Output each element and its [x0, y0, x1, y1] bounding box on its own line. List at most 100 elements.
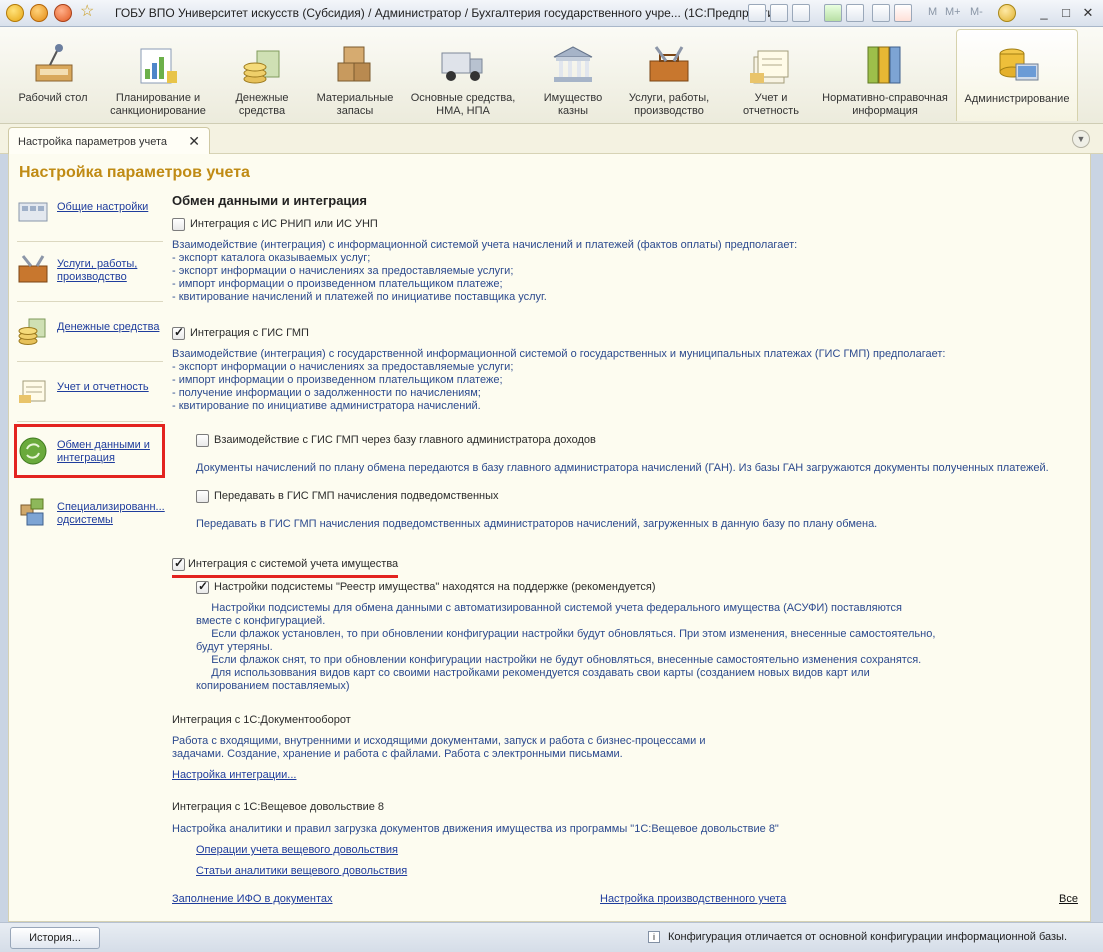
help-info-icon[interactable]: [998, 4, 1016, 22]
inventory-boxes-icon: [332, 43, 378, 87]
gisgmp-desc-line: Взаимодействие (интеграция) с государств…: [172, 348, 946, 360]
memory-button[interactable]: M: [928, 6, 937, 18]
section-fixed-assets[interactable]: Основные средства, НМА, НПА: [406, 29, 520, 121]
window-titlebar: ☆ ГОБУ ВПО Университет искусств (Субсиди…: [0, 0, 1103, 27]
section-planning[interactable]: Планирование и санкционирование: [98, 29, 218, 121]
checkmark-icon: ✓: [174, 556, 185, 570]
open-tabs-bar: Настройка параметров учета ✕ ▼: [0, 124, 1103, 154]
rnip-desc-line: - экспорт информации о начислениях за пр…: [172, 265, 514, 277]
nav-divider: [17, 241, 163, 242]
property-desc-line: Настройки подсистемы для обмена данными …: [196, 602, 903, 614]
history-button[interactable]: История...: [10, 927, 100, 949]
memory-minus-button[interactable]: M-: [970, 6, 983, 18]
gisgmp-main-admin-checkbox[interactable]: [196, 434, 209, 447]
money-coins-icon: [239, 43, 285, 87]
calendar-icon[interactable]: [894, 4, 912, 22]
section-services[interactable]: Услуги, работы, производство: [620, 29, 718, 121]
nav-item-subsystems[interactable]: Специализированн... одсистемы: [17, 497, 165, 531]
close-tab-icon[interactable]: ✕: [188, 133, 200, 150]
property-desc-line: Если флажок снят, то при обновлении конф…: [196, 654, 922, 666]
gisgmp-checkbox[interactable]: ✓: [172, 325, 185, 340]
property-desc-line: копированием поставляемых): [196, 680, 350, 692]
docflow-settings-link[interactable]: Настройка интеграции...: [172, 769, 296, 782]
close-window-button[interactable]: ✕: [1078, 4, 1098, 22]
minimize-button[interactable]: _: [1034, 4, 1054, 22]
maximize-button[interactable]: □: [1056, 4, 1076, 22]
rnip-desc-line: - импорт информации о произведенном плат…: [172, 278, 503, 290]
property-desc-line: Если флажок установлен, то при обновлени…: [196, 628, 936, 640]
preview-icon[interactable]: [792, 4, 810, 22]
clothing-operations-link[interactable]: Операции учета вещевого довольствия: [196, 844, 398, 857]
status-message: i Конфигурация отличается от основной кон…: [648, 931, 1067, 943]
gisgmp-desc-line: - импорт информации о произведенном плат…: [172, 374, 503, 386]
section-money[interactable]: Денежные средства: [224, 29, 300, 121]
nav-label: Общие настройки: [57, 201, 149, 213]
nav-item-accounting[interactable]: Учет и отчетность: [17, 377, 165, 407]
gisgmp-label[interactable]: Интеграция с ГИС ГМП: [190, 327, 309, 340]
nav-label: Учет и отчетность: [57, 381, 149, 393]
nav-label: Услуги, работы, производство: [57, 258, 138, 283]
nav-item-money[interactable]: Денежные средства: [17, 317, 165, 347]
annotation-underline: [172, 575, 398, 578]
section-label: Нормативно-справочная информация: [822, 92, 948, 117]
section-reference[interactable]: Нормативно-справочная информация: [818, 29, 952, 121]
checkmark-icon: ✓: [198, 579, 209, 593]
property-support-label[interactable]: Настройки подсистемы "Реестр имущества" …: [214, 581, 656, 594]
nav-label: Специализированн... одсистемы: [57, 501, 165, 526]
save-icon[interactable]: [748, 4, 766, 22]
status-bar: История... i Конфигурация отличается от о…: [0, 922, 1103, 952]
property-desc-line: вместе с конфигурацией.: [196, 615, 326, 627]
gisgmp-main-admin-label[interactable]: Взаимодействие с ГИС ГМП через базу глав…: [214, 434, 596, 447]
section-treasury[interactable]: Имущество казны: [530, 29, 616, 121]
info-icon: i: [648, 931, 660, 943]
window-title: ГОБУ ВПО Университет искусств (Субсидия)…: [115, 6, 785, 20]
gisgmp-desc-line: - экспорт информации о начислениях за пр…: [172, 361, 514, 373]
ifo-fill-link[interactable]: Заполнение ИФО в документах: [172, 893, 333, 906]
section-desktop[interactable]: Рабочий стол: [14, 29, 92, 121]
nav-item-services[interactable]: Услуги, работы, производство: [17, 254, 165, 288]
history-icon[interactable]: [846, 4, 864, 22]
tab-settings[interactable]: Настройка параметров учета ✕: [8, 127, 210, 154]
nav-item-general-settings[interactable]: Общие настройки: [17, 197, 165, 227]
all-link[interactable]: Все: [1059, 893, 1078, 906]
sections-panel: Рабочий стол Планирование и санкциониров…: [0, 27, 1103, 124]
search-icon[interactable]: [824, 4, 842, 22]
gisgmp-desc-line: - квитирование по инициативе администрат…: [172, 400, 481, 412]
1c-logo-icon[interactable]: [6, 4, 24, 22]
docflow-desc-line: Работа с входящими, внутренними и исходя…: [172, 735, 706, 747]
general-settings-icon: [17, 197, 49, 227]
main-menu-icon[interactable]: [30, 4, 48, 22]
gisgmp-subordinate-checkbox[interactable]: [196, 490, 209, 503]
chevron-down-icon[interactable]: ▼: [1072, 130, 1090, 148]
clothing-desc: Настройка аналитики и правил загрузка до…: [172, 823, 779, 835]
gisgmp-subordinate-desc: Передавать в ГИС ГМП начисления подведом…: [196, 518, 878, 530]
calculator-icon[interactable]: [872, 4, 890, 22]
rnip-checkbox[interactable]: [172, 218, 185, 231]
section-label: Учет и отчетность: [743, 92, 799, 117]
gisgmp-subordinate-label[interactable]: Передавать в ГИС ГМП начисления подведом…: [214, 490, 499, 503]
rnip-label[interactable]: Интеграция с ИС РНИП или ИС УНП: [190, 218, 378, 231]
property-checkbox[interactable]: ✓: [172, 556, 185, 571]
stop-icon[interactable]: [54, 4, 72, 22]
section-inventory[interactable]: Материальные запасы: [308, 29, 402, 121]
property-label[interactable]: Интеграция с системой учета имущества: [188, 558, 398, 571]
clothing-analytics-link[interactable]: Статьи аналитики вещевого довольствия: [196, 865, 407, 878]
selected-nav-highlight: [14, 424, 165, 478]
memory-plus-button[interactable]: M+: [945, 6, 961, 18]
print-icon[interactable]: [770, 4, 788, 22]
status-text: Конфигурация отличается от основной конф…: [668, 931, 1068, 943]
property-support-checkbox[interactable]: ✓: [196, 579, 209, 594]
treasury-building-icon: [550, 43, 596, 87]
binders-icon: [862, 43, 908, 87]
section-label: Материальные запасы: [316, 92, 394, 117]
property-desc-line: будут утеряны.: [196, 641, 273, 653]
accounting-icon: [17, 377, 49, 407]
production-accounting-link[interactable]: Настройка производственного учета: [600, 893, 786, 906]
section-label: Рабочий стол: [18, 92, 88, 104]
favorite-star-icon[interactable]: ☆: [80, 4, 98, 22]
rnip-desc-line: - экспорт каталога оказываемых услуг;: [172, 252, 371, 264]
section-administration[interactable]: Администрирование: [956, 29, 1078, 121]
section-reports[interactable]: Учет и отчетность: [726, 29, 816, 121]
section-label: Администрирование: [964, 93, 1070, 105]
toolbox-icon: [646, 43, 692, 87]
